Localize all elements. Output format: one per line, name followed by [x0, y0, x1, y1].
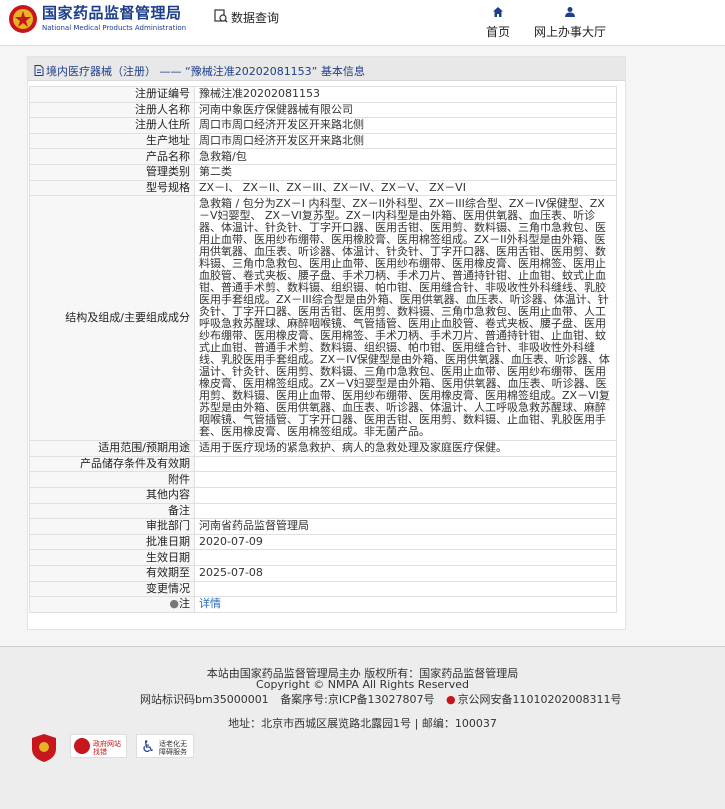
row-value: 周口市周口经济开发区开来路北侧 [194, 132, 617, 150]
table-row: 生效日期 [29, 549, 617, 566]
gov-site-error-report-badge[interactable]: 政府网站找错 [70, 734, 127, 758]
table-row: 变更情况 [29, 580, 617, 598]
row-label: 生效日期 [29, 549, 195, 566]
breadcrumb-separator: —— [159, 65, 182, 78]
row-value: 2025-07-08 [194, 564, 617, 582]
row-label: 产品储存条件及有效期 [29, 455, 195, 473]
table-row: 其他内容 [29, 486, 617, 504]
row-value: 河南中象医疗保健器械有限公司 [194, 101, 617, 119]
data-query-link[interactable]: 数据查询 [214, 9, 279, 26]
table-row: 管理类别 第二类 [29, 163, 617, 181]
row-value: 急救箱/包 [194, 148, 617, 165]
note-value: 详情 [194, 596, 617, 613]
page-icon [34, 65, 44, 79]
data-query-label: 数据查询 [231, 11, 280, 25]
table-row: 批准日期 2020-07-09 [29, 533, 617, 551]
breadcrumb-category[interactable]: 境内医疗器械（注册） [46, 65, 156, 78]
row-label: 有效期至 [29, 564, 195, 582]
table-row-note: ●注 详情 [29, 596, 617, 613]
user-icon [530, 6, 610, 21]
logo-en-title: National Medical Products Administration [42, 24, 187, 32]
structure-text: 急救箱 / 包分为ZX－I 内科型、ZX－II外科型、ZX－III综合型、ZX－… [194, 195, 617, 442]
nav-home-label: 首页 [485, 25, 510, 39]
site-header: 国家药品监督管理局 National Medical Products Admi… [0, 0, 725, 46]
row-value [194, 580, 617, 598]
row-label: 注册人住所 [29, 117, 195, 134]
gov-error-text: 政府网站找错 [93, 740, 121, 756]
nmpa-emblem-icon[interactable] [8, 4, 38, 34]
row-label: 批准日期 [29, 533, 195, 551]
breadcrumb-title: “豫械注准20202081153” 基本信息 [185, 65, 365, 78]
row-value: ZX－I、 ZX－II、ZX－III、ZX－IV、ZX－V、 ZX－VI [194, 179, 617, 197]
row-value [194, 502, 617, 520]
row-label: 注册证编号 [29, 86, 195, 103]
row-value: 2020-07-09 [194, 533, 617, 551]
table-row: 注册证编号 豫械注准20202081153 [29, 86, 617, 103]
gov-error-icon [74, 738, 90, 754]
table-row: 审批部门 河南省药品监督管理局 [29, 518, 617, 535]
table-row: 注册人名称 河南中象医疗保健器械有限公司 [29, 101, 617, 119]
home-icon [478, 6, 518, 21]
row-label: 变更情况 [29, 580, 195, 598]
row-value: 河南省药品监督管理局 [194, 518, 617, 535]
table-row: 备注 [29, 502, 617, 520]
row-label: 备注 [29, 502, 195, 520]
table-row: 有效期至 2025-07-08 [29, 564, 617, 582]
breadcrumb: 境内医疗器械（注册） —— “豫械注准20202081153” 基本信息 [28, 57, 625, 81]
table-row-structure: 结构及组成/主要组成成分 急救箱 / 包分为ZX－I 内科型、ZX－II外科型、… [29, 195, 617, 442]
row-label: 其他内容 [29, 486, 195, 504]
row-value: 第二类 [194, 163, 617, 181]
detail-panel: 境内医疗器械（注册） —— “豫械注准20202081153” 基本信息 注册证… [27, 56, 626, 630]
row-value: 周口市周口经济开发区开来路北侧 [194, 117, 617, 134]
nav-online-hall[interactable]: 网上办事大厅 [530, 6, 610, 40]
details-link[interactable]: 详情 [199, 597, 221, 610]
row-label: 生产地址 [29, 132, 195, 150]
row-label: 注册人名称 [29, 101, 195, 119]
info-table: 注册证编号 豫械注准20202081153 注册人名称 河南中象医疗保健器械有限公司… [29, 86, 617, 613]
note-label-cell: ●注 [29, 596, 195, 613]
row-value [194, 455, 617, 473]
nav-hall-label: 网上办事大厅 [533, 25, 606, 39]
row-label: 适用范围/预期用途 [29, 440, 195, 457]
footer-police-link[interactable]: 京公网安备11010202008311号 [458, 693, 622, 706]
footer-site-id: 网站标识码bm35000001 [140, 693, 269, 706]
row-label: 审批部门 [29, 518, 195, 535]
row-label: 附件 [29, 471, 195, 488]
table-row: 型号规格 ZX－I、 ZX－II、ZX－III、ZX－IV、ZX－V、 ZX－VI [29, 179, 617, 197]
site-logo[interactable]: 国家药品监督管理局 National Medical Products Admi… [42, 5, 186, 33]
row-value [194, 471, 617, 488]
accessibility-icon: ♿ [141, 737, 156, 756]
footer-copyright: Copyright © NMPA All Rights Reserved [256, 678, 469, 691]
row-value: 豫械注准20202081153 [194, 86, 617, 103]
logo-cn-title: 国家药品监督管理局 [42, 4, 182, 22]
row-value: 适用于医疗现场的紧急救护、病人的急救处理及家庭医疗保健。 [194, 440, 617, 457]
search-doc-icon [214, 9, 228, 26]
row-label: 型号规格 [29, 179, 195, 197]
nav-home[interactable]: 首页 [478, 6, 518, 40]
row-label: 管理类别 [29, 163, 195, 181]
row-value [194, 486, 617, 504]
row-label: 结构及组成/主要组成成分 [29, 195, 195, 442]
footer-address: 地址：北京市西城区展览路北露园1号 | 邮编：100037 [228, 717, 497, 730]
accessibility-text: 适老化无障碍服务 [159, 740, 187, 756]
table-row: 生产地址 周口市周口经济开发区开来路北侧 [29, 132, 617, 150]
table-row: 适用范围/预期用途 适用于医疗现场的紧急救护、病人的急救处理及家庭医疗保健。 [29, 440, 617, 457]
site-footer: 本站由国家药品监督管理局主办 版权所有：国家药品监督管理局 Copyright … [0, 646, 725, 809]
accessibility-badge[interactable]: ♿ 适老化无障碍服务 [136, 734, 194, 758]
row-value [194, 549, 617, 566]
table-row: 附件 [29, 471, 617, 488]
table-row: 注册人住所 周口市周口经济开发区开来路北侧 [29, 117, 617, 134]
footer-icp-link[interactable]: 备案序号:京ICP备13027807号 [280, 693, 434, 706]
row-label: 产品名称 [29, 148, 195, 165]
table-row: 产品储存条件及有效期 [29, 455, 617, 473]
note-label: 注 [179, 597, 190, 611]
table-row: 产品名称 急救箱/包 [29, 148, 617, 165]
party-gov-badge-icon[interactable] [30, 733, 58, 763]
bulb-icon: ● [169, 597, 179, 611]
police-badge-icon: ● [445, 693, 456, 706]
footer-registration: 网站标识码bm35000001 备案序号:京ICP备13027807号 ● 京公网… [140, 691, 630, 707]
